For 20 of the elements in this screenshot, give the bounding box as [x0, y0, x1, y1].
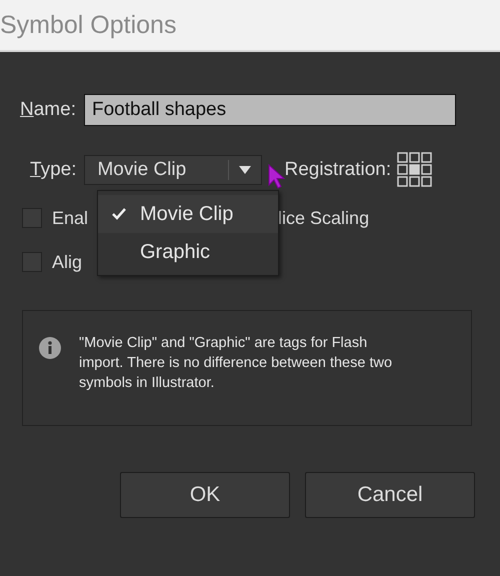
registration-grid-icon[interactable]	[397, 152, 434, 188]
name-label: Name:	[20, 98, 76, 122]
info-icon	[39, 337, 61, 359]
checkbox-label: Enal	[52, 206, 88, 230]
type-dropdown[interactable]: Movie Clip	[84, 155, 262, 185]
menu-item[interactable]: Movie Clip	[98, 195, 278, 233]
caret-icon	[239, 166, 252, 174]
checkbox[interactable]	[22, 208, 42, 228]
info-text: "Movie Clip" and "Graphic" are tags for Flash import. There is no difference between these two symbols in Illustrator.	[79, 334, 394, 393]
type-label: Type:	[30, 158, 76, 182]
checkbox[interactable]	[22, 252, 42, 272]
checkbox-label: Alig	[52, 250, 82, 274]
menu-item[interactable]: Graphic	[98, 233, 278, 271]
window-title: Symbol Options	[0, 12, 176, 38]
name-field[interactable]: Football shapes	[84, 94, 456, 126]
ok-button[interactable]: OK	[120, 472, 290, 518]
checkmark-icon	[112, 208, 126, 220]
checkbox-label: lice Scaling	[278, 206, 370, 230]
registration-label: Registration:	[284, 158, 392, 182]
cancel-button[interactable]: Cancel	[305, 472, 475, 518]
